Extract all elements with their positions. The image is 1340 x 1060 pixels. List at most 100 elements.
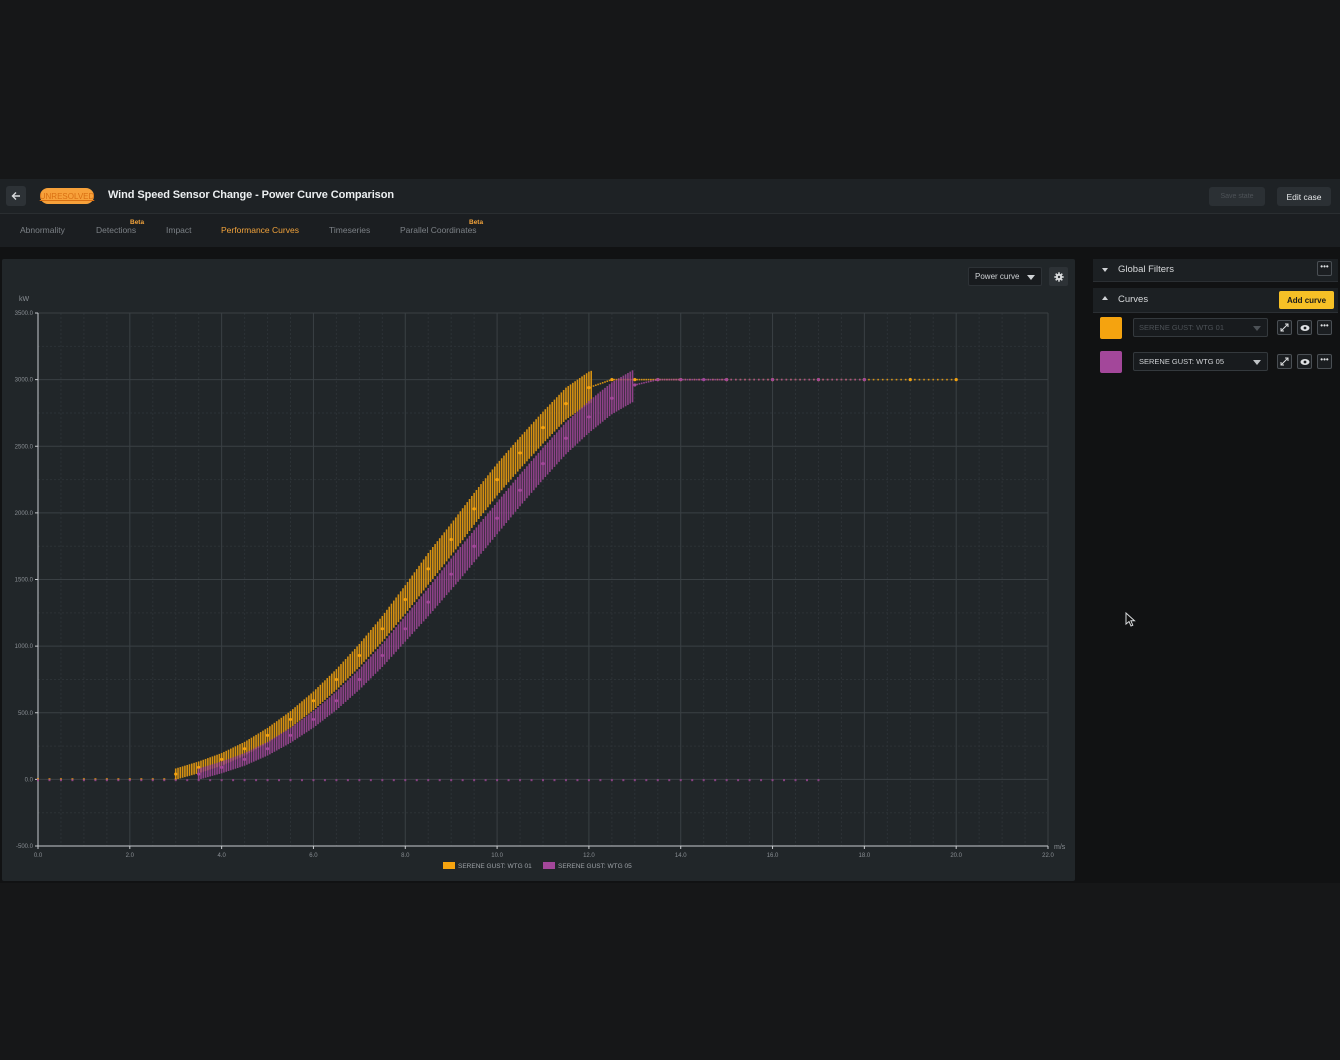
data-point [311,717,316,722]
expand-button[interactable] [1277,320,1292,335]
chart-panel: 0.0 2.0 4.0 6.0 8.0 10.0 12.0 14.0 16.0 18.0 20.0 2… [2,259,1075,881]
y-tick-label: 1500.0 [15,578,34,584]
power-curve-chart[interactable]: 0.0 2.0 4.0 6.0 8.0 10.0 12.0 14.0 16.0 18.0 20.0 2… [2,259,1075,881]
data-point [140,779,143,782]
data-point [311,699,316,703]
data-point [633,779,636,782]
data-point [805,779,808,782]
global-filters-more-button[interactable]: ••• [1317,261,1332,276]
curve-select[interactable]: SERENE GUST: WTG 01 [1133,318,1268,337]
data-point [105,779,108,782]
beta-badge: Beta [469,219,484,226]
curve-select-value: SERENE GUST: WTG 01 [1139,323,1225,332]
y-tick-label: 1000.0 [15,644,34,650]
data-point [518,451,522,455]
data-point [656,378,660,382]
data-point [450,779,453,782]
data-point [59,779,62,782]
data-point [197,772,201,776]
back-button[interactable] [6,186,26,206]
data-point [209,779,212,782]
data-point [323,779,326,782]
data-point [783,779,786,782]
curves-section[interactable]: Curves Add curve [1093,288,1338,313]
tab-bar: Abnormality Detections Beta Impact Perfo… [0,214,1340,247]
x-tick-label: 12.0 [583,853,595,859]
data-point [610,378,614,382]
x-tick-label: 10.0 [491,853,503,859]
arrow-left-icon [11,192,20,200]
case-header: UNRESOLVED Wind Speed Sensor Change - Po… [0,179,1340,214]
curve-more-button[interactable]: ••• [1317,354,1332,369]
data-point [174,772,178,776]
data-point [794,779,797,782]
data-point [564,436,568,440]
x-tick-label: 0.0 [34,853,43,859]
data-point [357,653,361,658]
tab-abnormality[interactable]: Abnormality [20,225,65,235]
chart-settings-button[interactable] [1049,267,1068,286]
data-point [438,779,441,782]
data-point [656,779,659,782]
visibility-toggle[interactable] [1297,320,1312,335]
curve-color-swatch[interactable] [1100,317,1122,339]
data-point [255,779,258,782]
data-point [518,488,522,492]
x-tick-label: 20.0 [950,853,962,859]
add-curve-button[interactable]: Add curve [1279,291,1334,309]
data-point [426,600,430,604]
app-window: UNRESOLVED Wind Speed Sensor Change - Po… [0,179,1340,883]
data-point [232,779,235,782]
data-point [403,597,407,602]
data-point [541,461,545,466]
data-point [265,747,270,751]
data-point [633,383,637,387]
data-point [266,779,269,782]
gear-icon [1053,271,1064,282]
eye-icon [1300,324,1309,331]
curve-select[interactable]: SERENE GUST: WTG 05 [1133,352,1268,371]
x-tick-label: 16.0 [767,853,779,859]
data-point [587,415,591,419]
data-point [449,537,453,542]
data-point [610,396,614,400]
data-point [495,477,499,482]
global-filters-section[interactable]: Global Filters ••• [1093,259,1338,282]
visibility-toggle[interactable] [1297,354,1312,369]
global-filters-label: Global Filters [1118,264,1174,275]
status-badge[interactable]: UNRESOLVED [40,188,94,204]
tab-performance-curves[interactable]: Performance Curves [221,225,299,235]
x-axis-label: m/s [1054,844,1066,851]
expand-button[interactable] [1277,354,1292,369]
data-point [37,779,39,782]
data-point [403,627,407,631]
curve-color-swatch[interactable] [1100,351,1122,373]
chart-type-select[interactable]: Power curve [968,267,1042,286]
data-point [117,779,120,782]
caret-down-icon [1102,268,1108,272]
data-point [369,779,372,782]
curve-more-button[interactable]: ••• [1317,320,1332,335]
x-tick-label: 18.0 [859,853,871,859]
tab-timeseries[interactable]: Timeseries [329,225,370,235]
data-point [427,779,430,782]
y-tick-label: 2500.0 [15,444,34,450]
tab-parallel-coordinates[interactable]: Parallel Coordinates [400,225,477,235]
data-point [380,627,384,631]
data-point [312,779,315,782]
tab-impact[interactable]: Impact [166,225,192,235]
data-point [472,544,476,548]
data-point [862,378,866,382]
data-point [770,378,775,382]
tab-detections[interactable]: Detections [96,225,136,235]
data-point [186,779,189,782]
data-point [242,757,247,761]
data-point [599,779,602,782]
save-state-button[interactable]: Save state [1209,187,1265,206]
data-point [278,779,281,782]
data-point [220,765,224,769]
data-point [542,779,544,782]
edit-case-button[interactable]: Edit case [1277,187,1331,206]
y-axis-label: kW [19,296,30,303]
data-point [702,378,706,382]
